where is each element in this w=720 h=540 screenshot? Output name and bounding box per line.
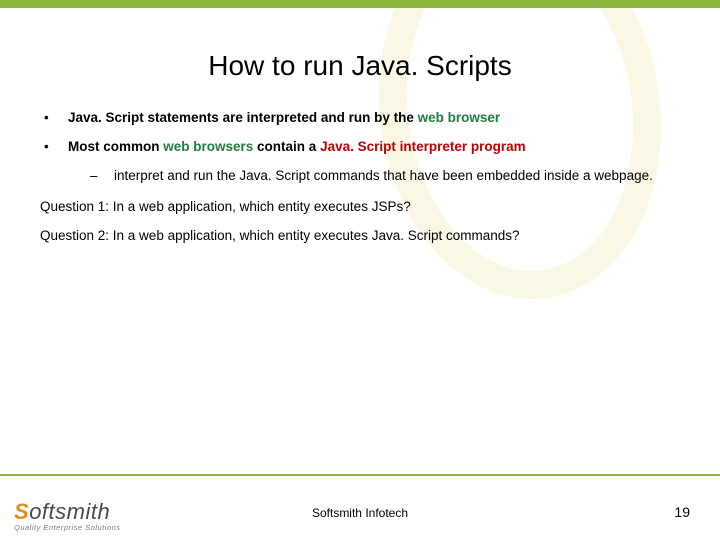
text-fragment: Most common [68,139,163,154]
bullet-item: • Java. Script statements are interprete… [40,110,680,125]
sub-bullet-marker: – [90,168,114,183]
bullet-text: Java. Script statements are interpreted … [68,110,680,125]
bullet-text: Most common web browsers contain a Java.… [68,139,680,154]
text-fragment: Java. Script statements are interpreted … [68,110,418,125]
slide-footer: Softsmith Quality Enterprise Solutions S… [0,470,720,540]
highlight-green: web browsers [163,139,253,154]
text-fragment: contain a [253,139,320,154]
logo-tagline: Quality Enterprise Solutions [14,523,121,532]
highlight-red: Java. Script interpreter program [320,139,526,154]
sub-bullet-text: interpret and run the Java. Script comma… [114,168,653,183]
highlight-green: web browser [418,110,501,125]
slide-content: How to run Java. Scripts • Java. Script … [0,0,720,243]
bullet-marker: • [40,110,68,125]
top-accent-bar [0,0,720,8]
sub-bullet-item: – interpret and run the Java. Script com… [90,168,680,183]
footer-label: Softsmith Infotech [0,506,720,520]
slide-title: How to run Java. Scripts [40,50,680,82]
footer-accent-line [0,474,720,476]
question-text: Question 2: In a web application, which … [40,228,680,243]
bullet-marker: • [40,139,68,154]
page-number: 19 [674,504,690,520]
question-text: Question 1: In a web application, which … [40,199,680,214]
bullet-item: • Most common web browsers contain a Jav… [40,139,680,154]
